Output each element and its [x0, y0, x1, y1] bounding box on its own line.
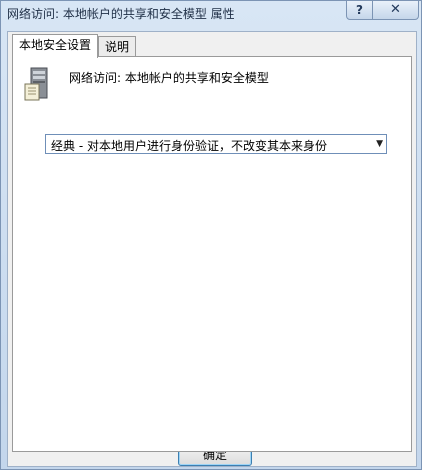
security-model-value: 经典 - 对本地用户进行身份验证，不改变其本来身份 — [51, 139, 327, 153]
help-button[interactable]: ? — [346, 0, 373, 20]
window-title: 网络访问: 本地帐户的共享和安全模型 属性 — [7, 7, 235, 21]
tab-panel: 网络访问: 本地帐户的共享和安全模型 经典 - 对本地用户进行身份验证，不改变其… — [12, 56, 412, 452]
close-button[interactable]: ✕ — [372, 0, 419, 20]
server-icon — [24, 67, 48, 101]
tab-local-security-setting[interactable]: 本地安全设置 — [12, 34, 99, 58]
dialog-body: 本地安全设置 说明 网络访问: 本地帐户的共享和安全模型 经典 - 对本地用户进… — [7, 31, 417, 467]
tab-explain[interactable]: 说明 — [98, 36, 137, 57]
properties-dialog: 网络访问: 本地帐户的共享和安全模型 属性 ? ✕ 本地安全设置 说明 网络访问… — [0, 0, 422, 470]
title-bar[interactable]: 网络访问: 本地帐户的共享和安全模型 属性 ? ✕ — [1, 0, 421, 25]
policy-name: 网络访问: 本地帐户的共享和安全模型 — [69, 71, 269, 85]
security-model-select[interactable]: 经典 - 对本地用户进行身份验证，不改变其本来身份 ▼ — [45, 134, 387, 154]
chevron-down-icon[interactable]: ▼ — [376, 136, 383, 152]
